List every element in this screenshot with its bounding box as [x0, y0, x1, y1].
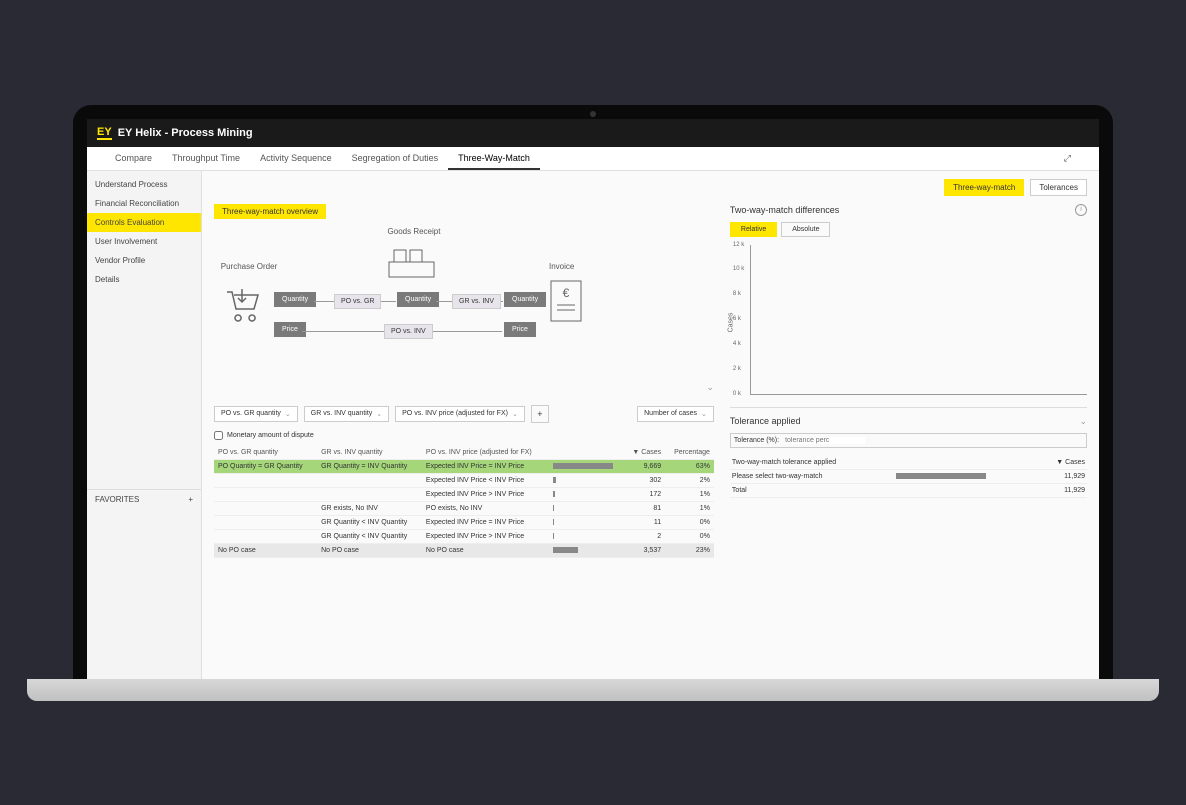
favorites-label: FAVORITES: [95, 495, 139, 504]
three-way-match-button[interactable]: Three-way-match: [944, 179, 1024, 196]
invoice-icon: €: [549, 279, 584, 324]
tt-r2-val: 11,929: [1037, 483, 1087, 497]
gr-label: Goods Receipt: [374, 227, 454, 236]
screen: EY EY Helix - Process Mining Compare Thr…: [87, 119, 1099, 679]
collapse-diagram-icon[interactable]: ⌄: [706, 382, 714, 393]
table-row[interactable]: GR exists, No INVPO exists, No INV811%: [214, 501, 714, 515]
th-bar: [549, 446, 625, 460]
tab-bar: Compare Throughput Time Activity Sequenc…: [87, 147, 1099, 171]
side-controls[interactable]: Controls Evaluation: [87, 213, 201, 232]
inv-qty-box: Quantity: [504, 292, 546, 307]
table-row[interactable]: Expected INV Price > INV Price1721%: [214, 487, 714, 501]
svg-text:€: €: [563, 286, 570, 300]
side-financial[interactable]: Financial Reconciliation: [87, 194, 201, 213]
tt-h3[interactable]: ▼ Cases: [1037, 456, 1087, 470]
camera-dot: [590, 111, 596, 117]
ey-logo: EY: [97, 126, 112, 140]
tolerance-input-wrap: Tolerance (%):: [730, 433, 1087, 448]
tolerance-table: Two-way-match tolerance applied ▼ Cases …: [730, 456, 1087, 498]
sidebar: Understand Process Financial Reconciliat…: [87, 171, 202, 679]
gr-qty-box: Quantity: [397, 292, 439, 307]
chevron-down-icon: ⌄: [376, 410, 382, 418]
tolerance-label: Tolerance (%):: [734, 437, 779, 444]
inv-label: Invoice: [549, 262, 574, 271]
tab-three-way-match[interactable]: Three-Way-Match: [448, 147, 540, 170]
results-table: PO vs. GR quantity GR vs. INV quantity P…: [214, 446, 714, 558]
po-label: Purchase Order: [219, 262, 279, 271]
side-vendor[interactable]: Vendor Profile: [87, 251, 201, 270]
filter-row: PO vs. GR quantity⌄ GR vs. INV quantity⌄…: [214, 405, 714, 423]
tab-activity[interactable]: Activity Sequence: [250, 147, 342, 170]
filter-po-inv-price[interactable]: PO vs. INV price (adjusted for FX)⌄: [395, 406, 525, 422]
th-po-inv-price[interactable]: PO vs. INV price (adjusted for FX): [422, 446, 549, 460]
po-qty-box: Quantity: [274, 292, 316, 307]
monetary-checkbox[interactable]: [214, 431, 223, 440]
po-inv-tag: PO vs. INV: [384, 324, 433, 339]
fullscreen-icon[interactable]: ⤢: [1054, 147, 1081, 170]
gr-inv-tag: GR vs. INV: [452, 294, 501, 309]
table-row[interactable]: No PO caseNo PO caseNo PO case3,53723%: [214, 543, 714, 557]
app-header: EY EY Helix - Process Mining: [87, 119, 1099, 147]
table-row[interactable]: Expected INV Price < INV Price3022%: [214, 473, 714, 487]
monetary-label: Monetary amount of dispute: [227, 432, 314, 439]
info-icon[interactable]: i: [1075, 204, 1087, 216]
table-row[interactable]: GR Quantity < INV QuantityExpected INV P…: [214, 529, 714, 543]
tab-throughput[interactable]: Throughput Time: [162, 147, 250, 170]
table-row[interactable]: PO Quantity = GR QuantityGR Quantity = I…: [214, 459, 714, 473]
tt-r1-label: Please select two-way-match: [730, 469, 895, 483]
tt-h1: Two-way-match tolerance applied: [730, 456, 895, 470]
favorites-section: FAVORITES +: [87, 489, 201, 509]
th-pct[interactable]: Percentage: [665, 446, 714, 460]
main-panel: Three-way-match Tolerances Three-way-mat…: [202, 171, 1099, 679]
process-diagram: Purchase Order Goods Receipt Invoice € Q…: [214, 227, 714, 397]
filter-gr-inv[interactable]: GR vs. INV quantity⌄: [304, 406, 389, 422]
add-favorite-icon[interactable]: +: [188, 495, 193, 504]
filter-po-gr[interactable]: PO vs. GR quantity⌄: [214, 406, 298, 422]
chevron-down-icon: ⌄: [512, 410, 518, 418]
th-gr-inv[interactable]: GR vs. INV quantity: [317, 446, 422, 460]
diff-title: Two-way-match differences: [730, 205, 839, 215]
diff-chart: Cases 12 k 10 k 8 k 6 k 4 k 2 k 0 k: [750, 245, 1087, 395]
tolerance-title: Tolerance applied: [730, 416, 801, 426]
tt-r2-label: Total: [730, 483, 895, 497]
absolute-toggle[interactable]: Absolute: [781, 222, 830, 237]
side-user[interactable]: User Involvement: [87, 232, 201, 251]
table-row[interactable]: GR Quantity < INV QuantityExpected INV P…: [214, 515, 714, 529]
filter-number-cases[interactable]: Number of cases⌄: [637, 406, 714, 422]
cart-icon: [222, 287, 262, 327]
po-gr-tag: PO vs. GR: [334, 294, 381, 309]
side-details[interactable]: Details: [87, 270, 201, 289]
goods-icon: [384, 242, 439, 282]
add-filter-button[interactable]: +: [531, 405, 549, 423]
app-title: EY Helix - Process Mining: [118, 127, 253, 139]
collapse-tolerance-icon[interactable]: ⌄: [1079, 416, 1087, 427]
th-cases[interactable]: ▼ Cases: [624, 446, 665, 460]
inv-price-box: Price: [504, 322, 536, 337]
tolerances-button[interactable]: Tolerances: [1030, 179, 1087, 196]
po-price-box: Price: [274, 322, 306, 337]
th-po-gr[interactable]: PO vs. GR quantity: [214, 446, 317, 460]
side-understand[interactable]: Understand Process: [87, 175, 201, 194]
tt-r1-val: 11,929: [1037, 469, 1087, 483]
chevron-down-icon: ⌄: [701, 410, 707, 418]
overview-tag: Three-way-match overview: [214, 204, 326, 219]
chevron-down-icon: ⌄: [285, 410, 291, 418]
tab-segregation[interactable]: Segregation of Duties: [342, 147, 449, 170]
relative-toggle[interactable]: Relative: [730, 222, 777, 237]
tab-compare[interactable]: Compare: [105, 147, 162, 170]
laptop-frame: EY EY Helix - Process Mining Compare Thr…: [73, 105, 1113, 701]
tolerance-input[interactable]: [785, 437, 865, 444]
